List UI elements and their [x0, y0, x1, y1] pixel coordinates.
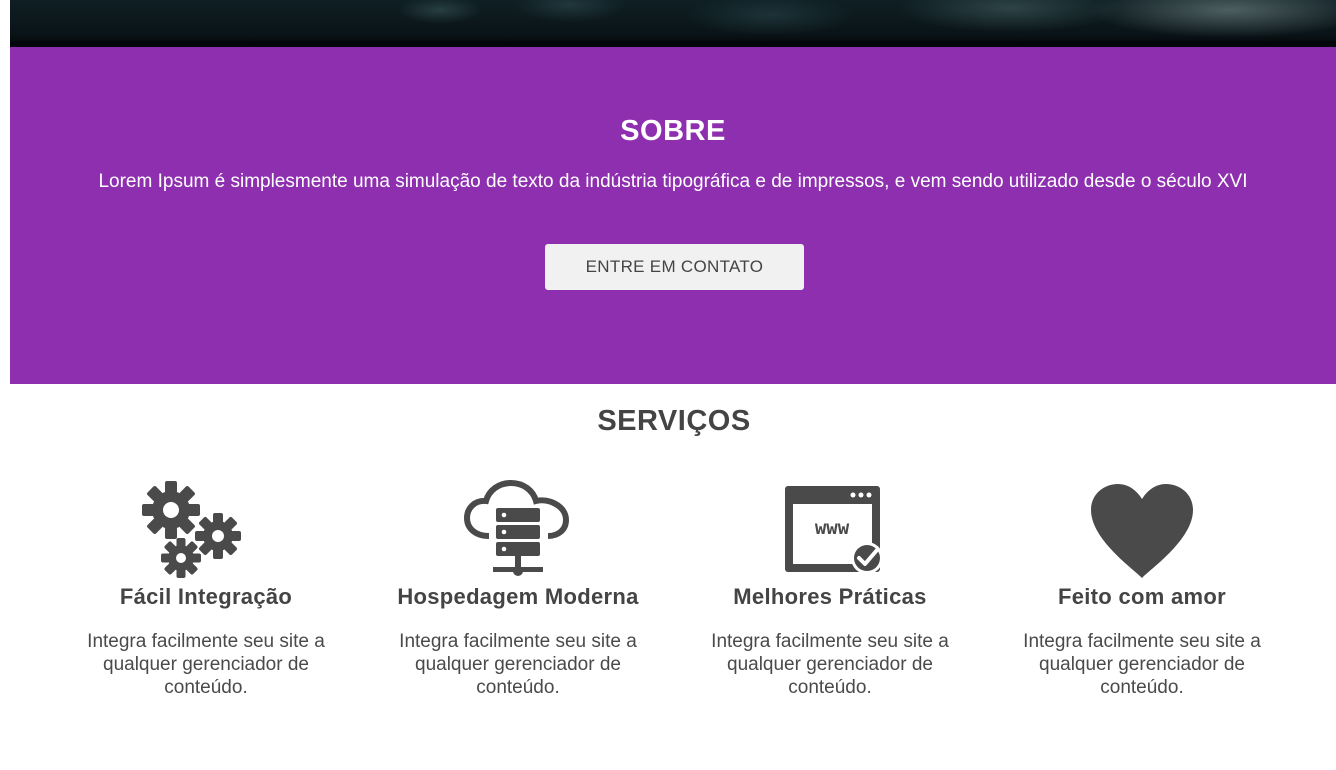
service-title: Melhores Práticas	[733, 584, 927, 609]
page: SOBRE Lorem Ipsum é simplesmente uma sim…	[0, 0, 1336, 770]
service-card-made-with-love: Feito com amor Integra facilmente seu si…	[992, 478, 1292, 699]
service-description: Integra facilmente seu site a qualquer g…	[1023, 631, 1261, 698]
service-description: Integra facilmente seu site a qualquer g…	[399, 631, 637, 698]
cloud-server-icon	[463, 479, 570, 576]
service-title: Hospedagem Moderna	[397, 584, 639, 609]
service-card-integration: Fácil Integração Integra facilmente seu …	[56, 478, 356, 699]
svg-text:www: www	[815, 517, 850, 539]
about-text: Lorem Ipsum é simplesmente uma simulação…	[98, 171, 1248, 192]
service-card-hosting: Hospedagem Moderna Integra facilmente se…	[368, 478, 668, 699]
service-description: Integra facilmente seu site a qualquer g…	[87, 631, 325, 698]
about-section: SOBRE Lorem Ipsum é simplesmente uma sim…	[10, 47, 1336, 384]
contact-button[interactable]: ENTRE EM CONTATO	[545, 244, 804, 290]
service-title: Feito com amor	[1057, 584, 1226, 609]
about-title: SOBRE	[620, 115, 726, 147]
service-title: Fácil Integração	[119, 584, 293, 609]
service-description: Integra facilmente seu site a qualquer g…	[711, 631, 949, 698]
services-title: SERVIÇOS	[597, 405, 751, 437]
www-browser-check-icon: www	[785, 486, 883, 574]
gears-icon	[142, 481, 241, 578]
service-card-best-practices: www Melhores Práticas Integra facilmente…	[680, 478, 980, 699]
hero-image	[10, 0, 1336, 47]
heart-icon	[1091, 484, 1193, 578]
